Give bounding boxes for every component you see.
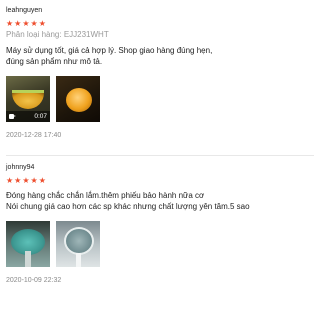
review-timestamp: 2020-10-09 22:32 [6,277,62,284]
comment-line: đúng sản phẩm như mô tả. [6,57,103,66]
star-icon: ★ [38,19,46,28]
comment-line: Đóng hàng chắc chắn lắm.thêm phiếu bảo h… [6,191,205,200]
video-camera-icon [9,114,16,119]
comment-line: Máy sử dụng tốt, giá cả hợp lý. Shop gia… [6,46,213,55]
star-icon: ★ [30,176,38,185]
star-icon: ★ [6,19,14,28]
food-bowl-image [66,88,92,112]
review-timestamp: 2020-12-28 17:40 [6,132,62,139]
star-icon: ★ [14,176,22,185]
rating-stars: ★ ★ ★ ★ ★ [6,177,314,185]
review-media: 0:07 [6,76,314,122]
video-overlay: 0:07 [6,111,50,122]
review-item: johnny94 ★ ★ ★ ★ ★ Đóng hàng chắc chắn l… [6,163,314,285]
review-item: leahnguyen ★ ★ ★ ★ ★ Phân loại hàng: EJJ… [6,6,314,140]
star-icon: ★ [38,176,46,185]
review-divider [6,155,314,156]
fan-stand-image [25,251,31,267]
review-photo-thumbnail[interactable] [56,221,100,267]
fan-stand-image [76,253,81,267]
star-icon: ★ [22,19,30,28]
reviewer-username[interactable]: johnny94 [6,163,314,172]
star-icon: ★ [30,19,38,28]
review-comment: Đóng hàng chắc chắn lắm.thêm phiếu bảo h… [6,190,314,212]
star-icon: ★ [14,19,22,28]
review-comment: Máy sử dụng tốt, giá cả hợp lý. Shop gia… [6,45,314,67]
star-icon: ★ [22,176,30,185]
product-reviews: leahnguyen ★ ★ ★ ★ ★ Phân loại hàng: EJJ… [0,0,320,320]
reviewer-username[interactable]: leahnguyen [6,6,314,15]
fan-image [64,227,94,255]
video-duration: 0:07 [34,113,47,120]
comment-line: Nói chung giá cao hơn các sp khác nhưng … [6,202,250,211]
review-media [6,221,314,267]
review-photo-thumbnail[interactable] [56,76,100,122]
rating-stars: ★ ★ ★ ★ ★ [6,20,314,28]
food-bowl-image [12,90,44,109]
product-variant: Phân loại hàng: EJJ231WHT [6,30,109,39]
review-video-thumbnail[interactable]: 0:07 [6,76,50,122]
star-icon: ★ [6,176,14,185]
review-photo-thumbnail[interactable] [6,221,50,267]
